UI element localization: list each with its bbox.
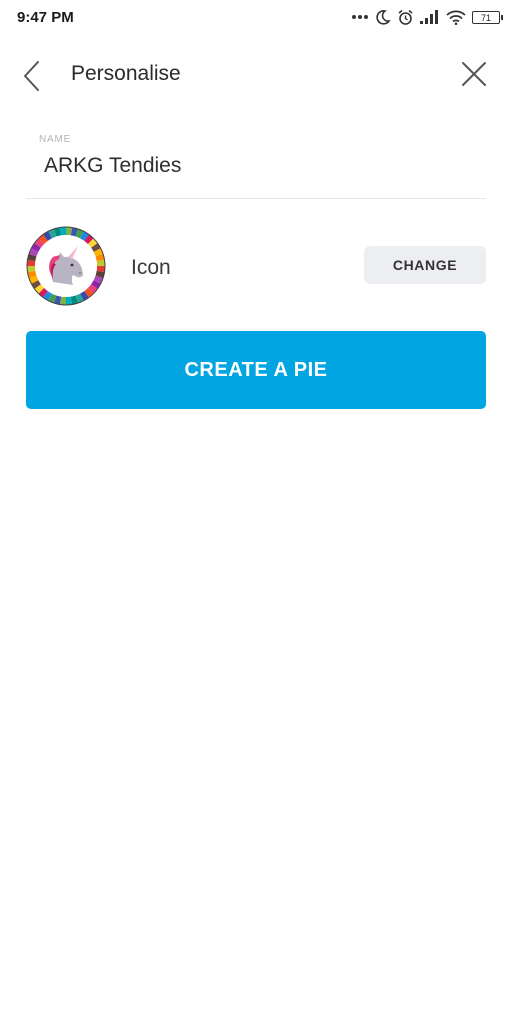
page-title: Personalise <box>71 62 181 85</box>
avatar[interactable] <box>26 226 106 306</box>
signal-icon <box>420 10 440 24</box>
name-input[interactable] <box>44 154 474 178</box>
more-dots-icon <box>351 14 369 20</box>
close-button[interactable] <box>456 56 492 92</box>
change-icon-button[interactable]: CHANGE <box>364 246 486 284</box>
back-button[interactable] <box>14 54 50 94</box>
status-icons: 71 <box>351 6 503 28</box>
chevron-left-icon <box>24 61 39 91</box>
icon-label: Icon <box>131 256 171 279</box>
name-field: NAME <box>26 128 486 199</box>
header: Personalise <box>0 48 512 100</box>
status-time: 9:47 PM <box>17 9 74 26</box>
moon-icon <box>375 9 391 25</box>
battery-icon: 71 <box>472 10 503 24</box>
close-icon <box>462 62 486 86</box>
wifi-icon <box>446 10 466 25</box>
icon-row: Icon CHANGE <box>26 226 486 306</box>
status-bar: 9:47 PM 71 <box>0 0 512 36</box>
alarm-icon <box>397 9 414 26</box>
create-pie-button[interactable]: CREATE A PIE <box>26 331 486 409</box>
name-label: NAME <box>39 134 72 145</box>
